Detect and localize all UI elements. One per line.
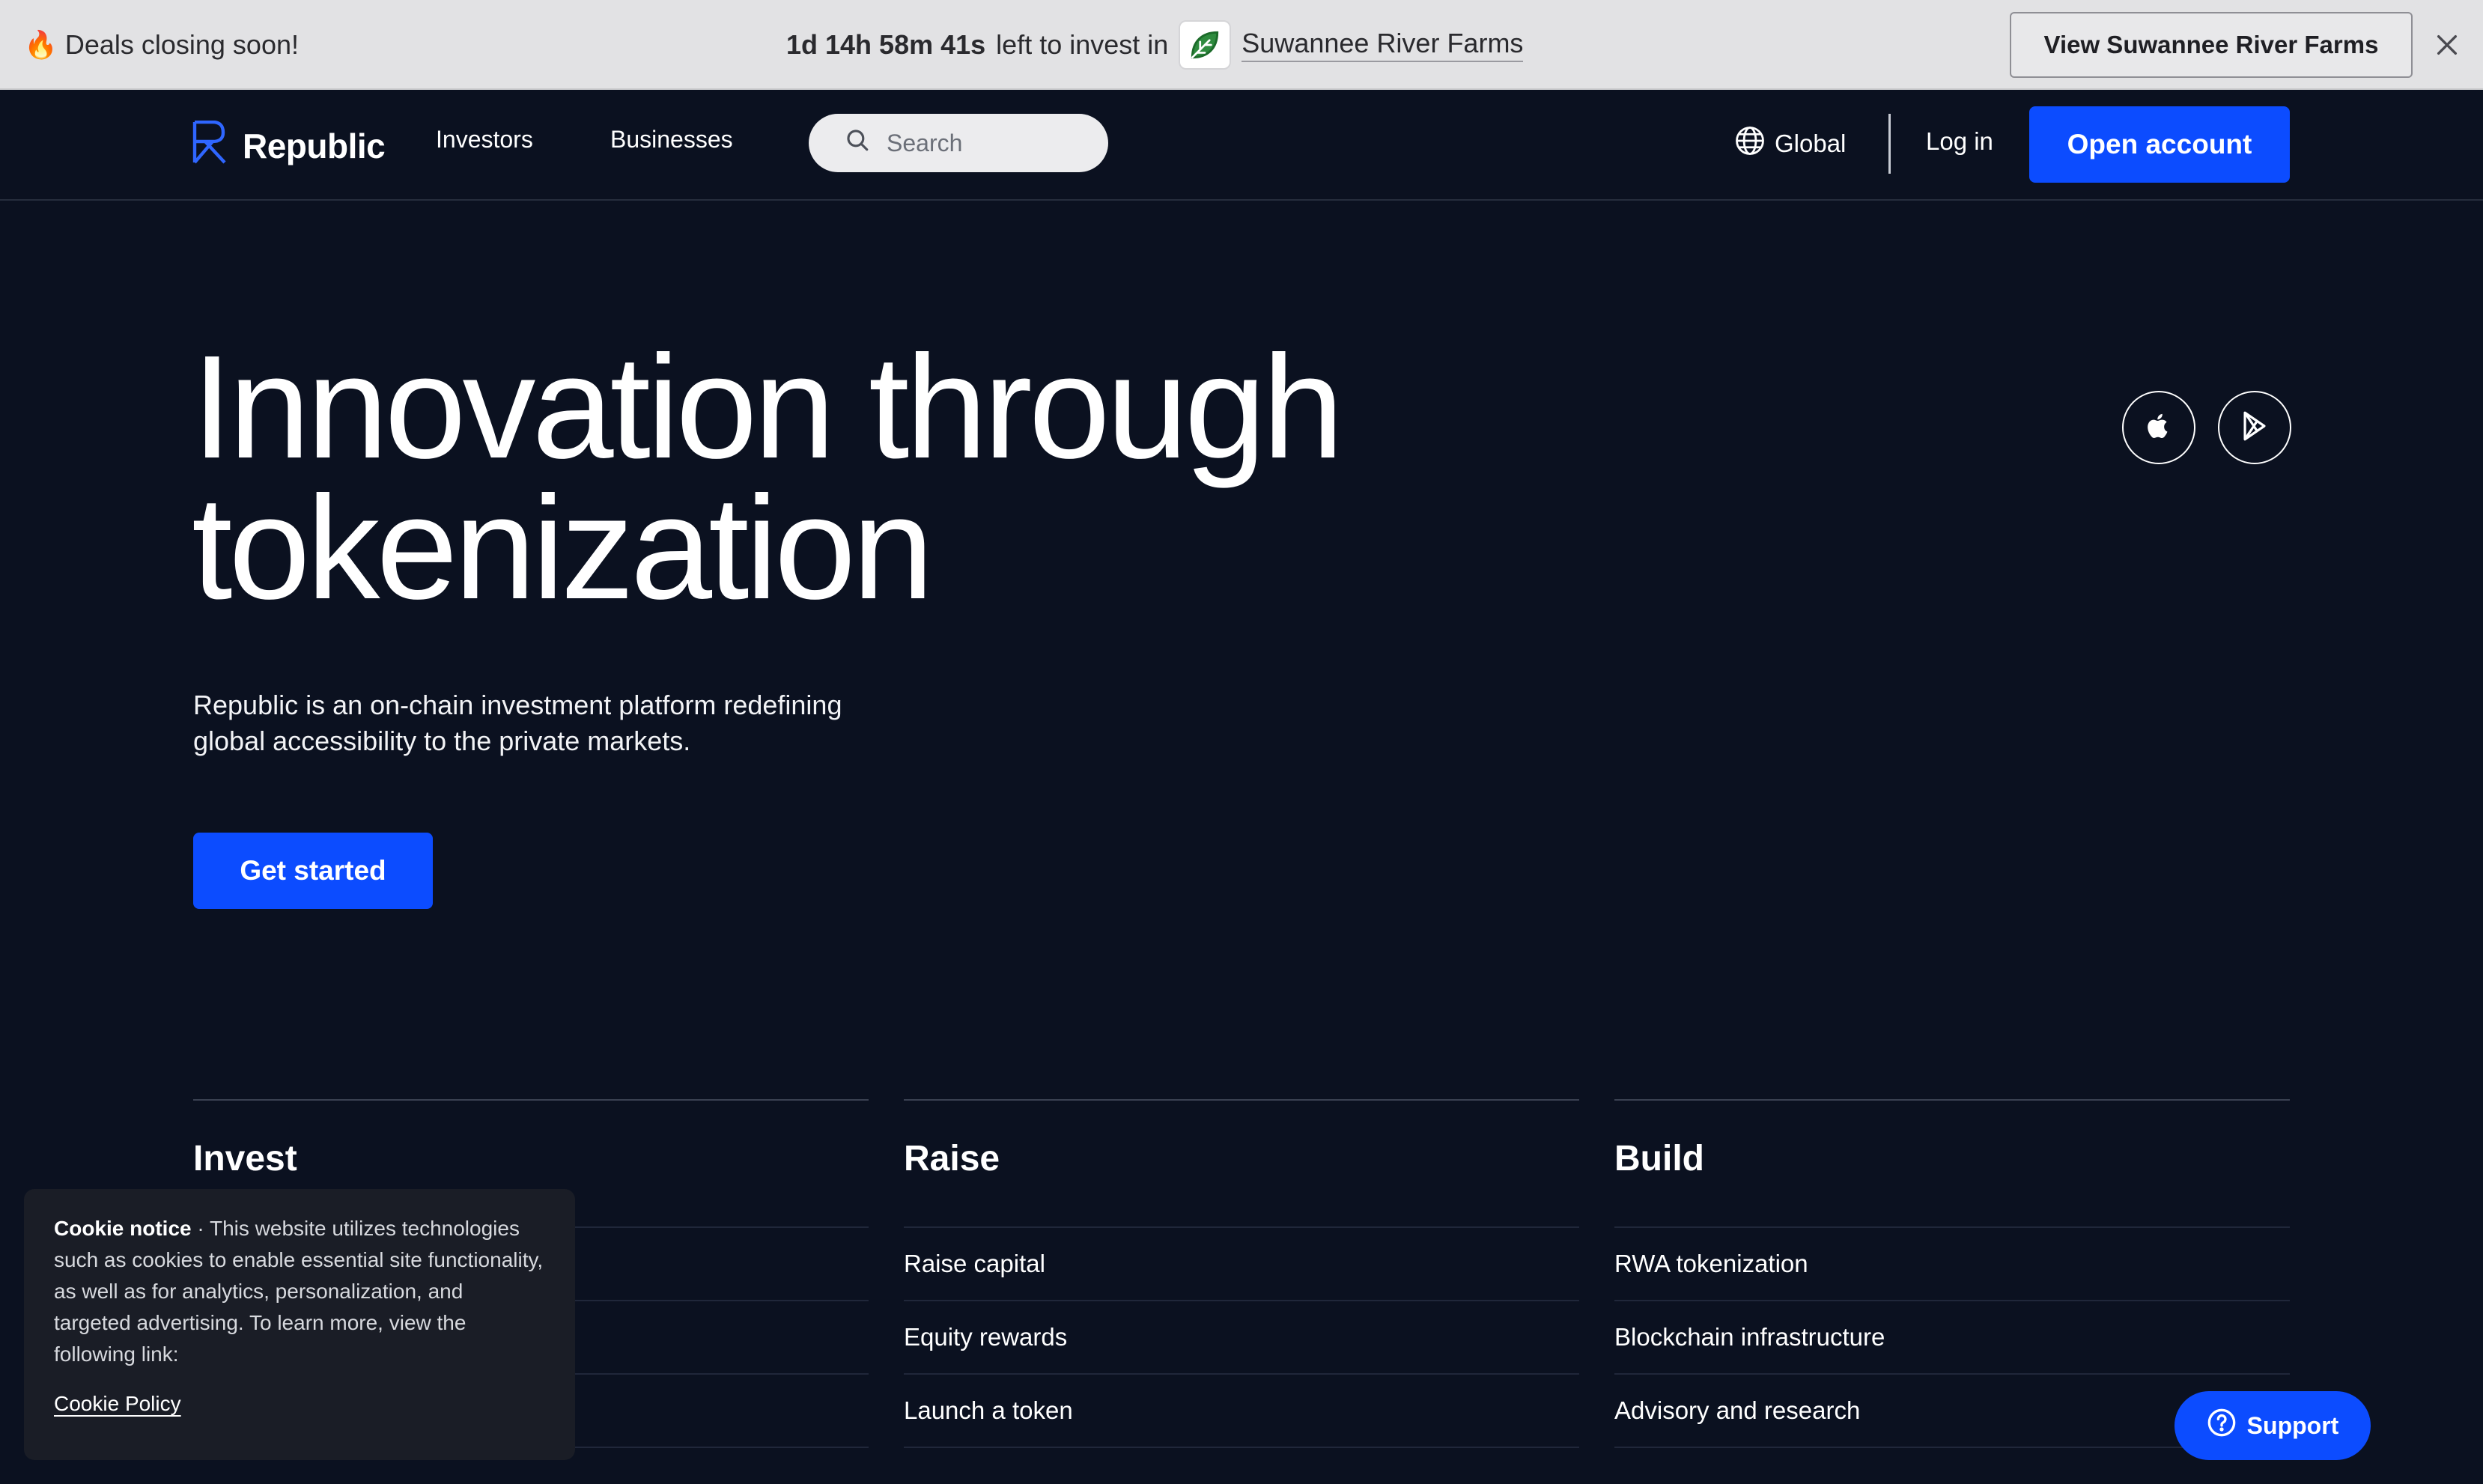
view-company-button[interactable]: View Suwannee River Farms [2010, 12, 2413, 78]
app-store-button[interactable] [2122, 391, 2195, 464]
deals-text: Deals closing soon! [64, 29, 299, 60]
company-link[interactable]: Suwannee River Farms [1242, 28, 1524, 62]
region-label: Global [1775, 130, 1847, 157]
apple-icon [2145, 410, 2173, 445]
leaf-icon [1179, 20, 1232, 70]
nav-investors-link[interactable]: Investors [436, 126, 533, 153]
cookie-notice: Cookie notice · This website utilizes te… [24, 1189, 575, 1460]
open-account-button[interactable]: Open account [2029, 106, 2290, 183]
hero-description: Republic is an on-chain investment platf… [193, 690, 842, 756]
build-item[interactable]: Blockchain infrastructure [1614, 1301, 2290, 1375]
cookie-text: Cookie notice · This website utilizes te… [54, 1213, 545, 1370]
cookie-policy-link[interactable]: Cookie Policy [54, 1388, 181, 1420]
search-input[interactable]: Search [809, 114, 1108, 172]
republic-logo-icon [192, 120, 232, 172]
nav-businesses-link[interactable]: Businesses [610, 126, 733, 153]
raise-item[interactable]: Raise capital [904, 1228, 1579, 1301]
countdown-timer: 1d 14h 58m 41s [786, 29, 986, 60]
hero-title-line-1: Innovation through [192, 325, 1344, 489]
login-link[interactable]: Log in [1926, 127, 1993, 156]
support-button[interactable]: Support [2174, 1391, 2371, 1460]
google-play-button[interactable] [2218, 391, 2291, 464]
google-play-icon [2240, 410, 2270, 445]
close-icon[interactable] [2429, 27, 2465, 63]
region-selector[interactable]: Global [1734, 123, 1846, 165]
nav-divider [1888, 114, 1891, 174]
fire-icon: 🔥 [24, 29, 58, 60]
cookie-heading: Cookie notice [54, 1217, 192, 1240]
raise-item[interactable]: Launch a token [904, 1375, 1579, 1448]
raise-column: Raise Raise capital Equity rewards Launc… [904, 1099, 1579, 1448]
countdown-notice: 1d 14h 58m 41s left to invest in Suwanne… [786, 0, 1524, 90]
search-placeholder: Search [887, 129, 963, 156]
build-item[interactable]: RWA tokenization [1614, 1228, 2290, 1301]
globe-icon [1734, 125, 1766, 162]
brand-logo[interactable]: Republic [192, 120, 386, 172]
support-label: Support [2246, 1411, 2339, 1439]
get-started-button[interactable]: Get started [193, 833, 433, 909]
brand-name: Republic [243, 127, 386, 165]
promo-banner: 🔥 Deals closing soon! 1d 14h 58m 41s lef… [0, 0, 2483, 90]
raise-item[interactable]: Equity rewards [904, 1301, 1579, 1375]
top-nav: Republic Investors Businesses Search Glo… [0, 90, 2483, 201]
build-column-title: Build [1614, 1101, 2290, 1228]
hero-title-line-2: tokenization [192, 466, 934, 630]
help-icon [2207, 1408, 2237, 1444]
hero-title: Innovation through tokenization [192, 325, 1540, 630]
deals-notice: 🔥 Deals closing soon! [24, 0, 299, 90]
raise-column-title: Raise [904, 1101, 1579, 1228]
countdown-suffix: left to invest in [996, 29, 1169, 60]
build-column: Build RWA tokenization Blockchain infras… [1614, 1099, 2290, 1448]
search-icon [845, 127, 870, 159]
